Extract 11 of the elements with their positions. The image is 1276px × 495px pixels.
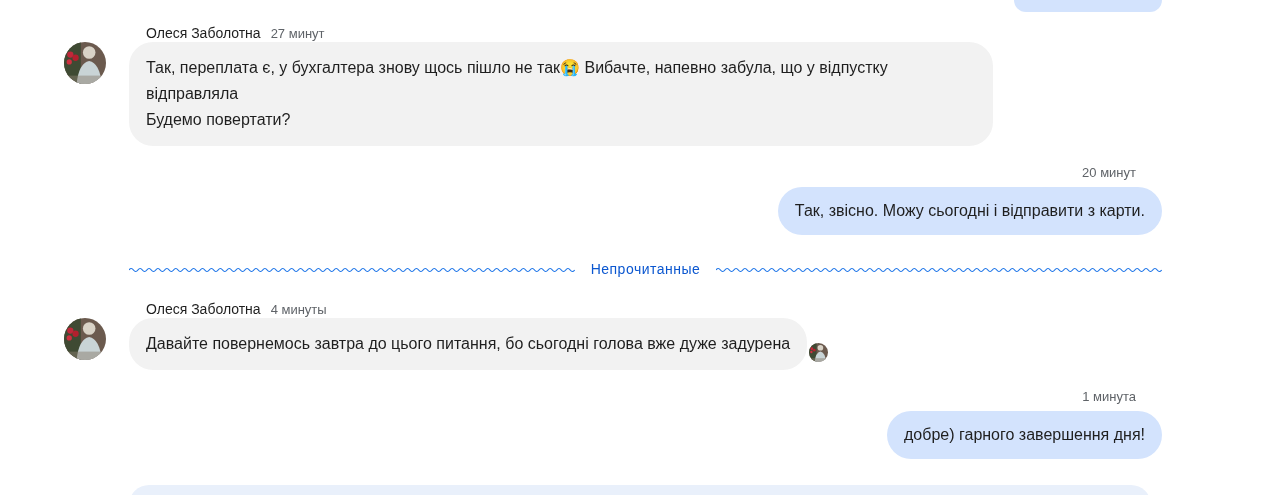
sender-name: Олеся Заболотна bbox=[146, 302, 261, 316]
sender-name: Олеся Заболотна bbox=[146, 26, 261, 40]
message-time: 20 минут bbox=[1082, 166, 1136, 180]
message-bubble: Так, звісно. Можу сьогодні і відправити з карти. bbox=[777, 187, 1162, 235]
message-bubble: Так, переплата є, у бухгалтера знову щось пішло не так😭 Вибачте, напевно забула, що у відпустку відправляла Будемо повертати? bbox=[129, 42, 993, 146]
unread-divider-label: Непрочитанные bbox=[590, 260, 701, 279]
message-time: 27 минут bbox=[270, 27, 325, 41]
message-bubble: Давайте повернемось завтра до цього питання, бо сьогодні голова вже дуже задурена bbox=[129, 318, 808, 370]
message-time: 1 минута bbox=[1082, 390, 1136, 404]
message-bubble: добре) гарного завершення дня! bbox=[887, 411, 1162, 459]
message-time: 4 минуты bbox=[270, 303, 327, 317]
